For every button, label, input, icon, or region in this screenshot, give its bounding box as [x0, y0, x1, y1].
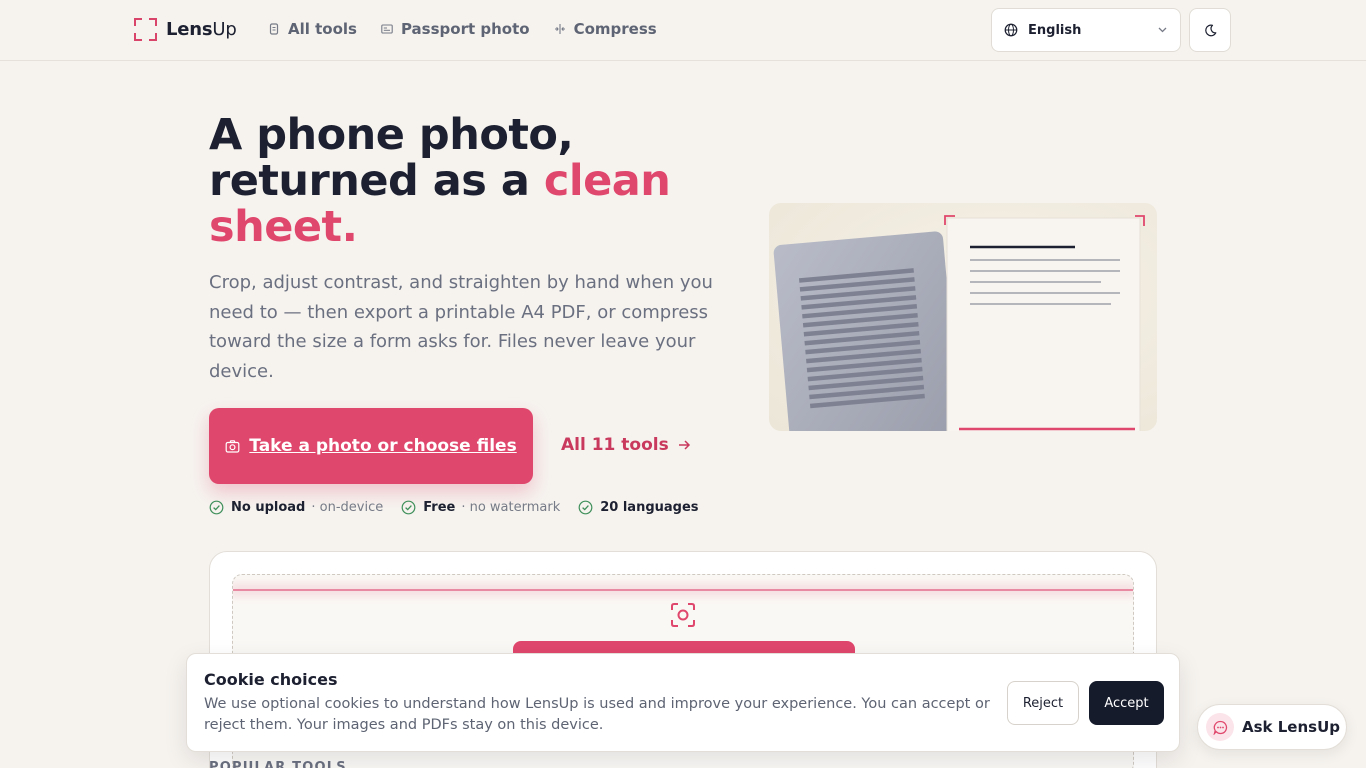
check-circle-icon	[578, 500, 593, 515]
scan-line	[233, 589, 1133, 591]
nav-passport-photo[interactable]: Passport photo	[381, 20, 530, 38]
id-card-icon	[381, 24, 393, 34]
nav-compress-label: Compress	[573, 20, 657, 38]
logo[interactable]: LensUp	[134, 18, 237, 41]
nav-compress[interactable]: Compress	[554, 20, 657, 38]
nav-all-tools[interactable]: All tools	[268, 20, 357, 38]
theme-toggle-button[interactable]	[1189, 8, 1231, 52]
nav-passport-photo-label: Passport photo	[400, 20, 530, 38]
badge-free: Free · no watermark	[401, 500, 560, 515]
hero-illustration	[769, 203, 1157, 431]
hero-title: A phone photo, returned as a clean sheet…	[209, 110, 671, 252]
take-photo-label: Take a photo or choose files	[249, 436, 517, 456]
logo-text: LensUp	[166, 19, 237, 40]
popular-tools-heading: POPULAR TOOLS	[209, 760, 347, 768]
scan-focus-icon	[671, 603, 695, 627]
check-circle-icon	[209, 500, 224, 515]
compress-icon	[554, 24, 565, 34]
all-tools-link[interactable]: All 11 tools	[561, 435, 691, 455]
feature-badges: No upload · on-device Free · no watermark …	[209, 500, 717, 515]
logo-mark-icon	[134, 18, 157, 41]
document-icon	[269, 23, 279, 35]
nav-all-tools-label: All tools	[288, 20, 357, 38]
arrow-right-icon	[678, 440, 690, 450]
reject-cookies-button[interactable]: Reject	[1007, 681, 1079, 725]
cookie-text: We use optional cookies to understand ho…	[204, 696, 990, 733]
moon-icon	[1204, 24, 1216, 36]
language-select[interactable]: English	[991, 8, 1181, 52]
ask-assistant-label: Ask LensUp	[1242, 718, 1340, 736]
chevron-down-icon	[1158, 27, 1167, 33]
camera-icon	[225, 439, 240, 453]
main-nav: All tools Passport photo Compress	[268, 20, 657, 38]
hero-subtitle: Crop, adjust contrast, and straighten by…	[209, 272, 713, 382]
ask-assistant-button[interactable]: Ask LensUp	[1197, 704, 1347, 750]
accept-cookies-button[interactable]: Accept	[1089, 681, 1164, 725]
chat-bubble-icon	[1206, 713, 1234, 741]
cookie-title: Cookie choices	[204, 670, 338, 689]
check-circle-icon	[401, 500, 416, 515]
badge-no-upload: No upload · on-device	[209, 500, 383, 515]
take-photo-button[interactable]: Take a photo or choose files	[209, 408, 533, 484]
language-value: English	[1028, 22, 1082, 38]
globe-icon	[1004, 23, 1018, 37]
cookie-banner: Cookie choices We use optional cookies t…	[186, 653, 1180, 752]
all-tools-label: All 11 tools	[561, 435, 669, 455]
top-header: LensUp All tools Passport photo Compress…	[0, 0, 1366, 61]
document-scan-illustration	[773, 215, 1145, 431]
badge-languages: 20 languages	[578, 500, 699, 515]
